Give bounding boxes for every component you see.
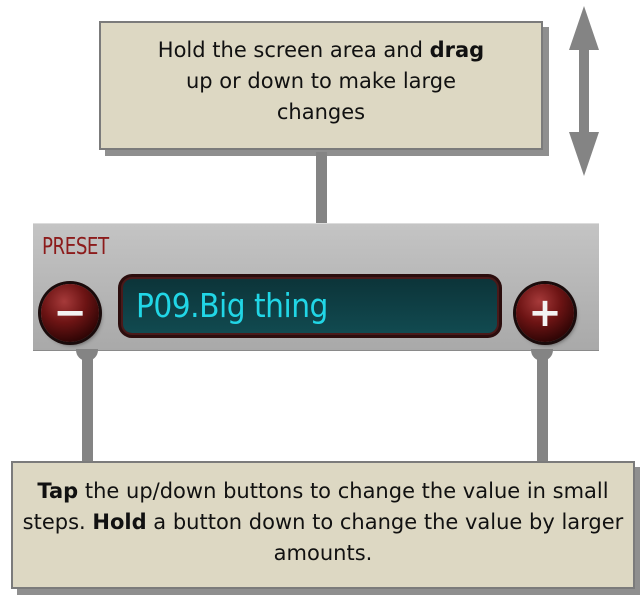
preset-value-display[interactable]: P09.Big thing (118, 274, 502, 338)
drag-hint-callout: Hold the screen area and drag up or down… (99, 21, 543, 150)
plus-icon: + (528, 290, 562, 336)
drag-hint-text-2: up or down to make large (185, 69, 457, 93)
preset-panel[interactable]: PRESET − P09.Big thing + (33, 223, 599, 351)
top-connector (316, 152, 327, 224)
preset-decrement-button[interactable]: − (41, 284, 99, 342)
drag-hint-text-3: changes (276, 100, 366, 124)
preset-label: PRESET (42, 234, 109, 260)
tap-bold: Tap (37, 479, 79, 503)
plus-connector (537, 356, 548, 462)
drag-hint-text-1: Hold the screen area and (157, 38, 430, 62)
hold-bold: Hold (92, 510, 147, 534)
hold-hint-text: a button down to change the value by lar… (146, 510, 624, 565)
minus-icon: − (53, 290, 87, 336)
tap-hold-hint-callout: Tap the up/down buttons to change the va… (11, 461, 635, 589)
preset-increment-button[interactable]: + (516, 284, 574, 342)
preset-value-text: P09.Big thing (121, 277, 499, 335)
minus-connector (82, 356, 93, 462)
double-arrow-icon (569, 6, 599, 176)
drag-hint-bold: drag (429, 38, 485, 62)
